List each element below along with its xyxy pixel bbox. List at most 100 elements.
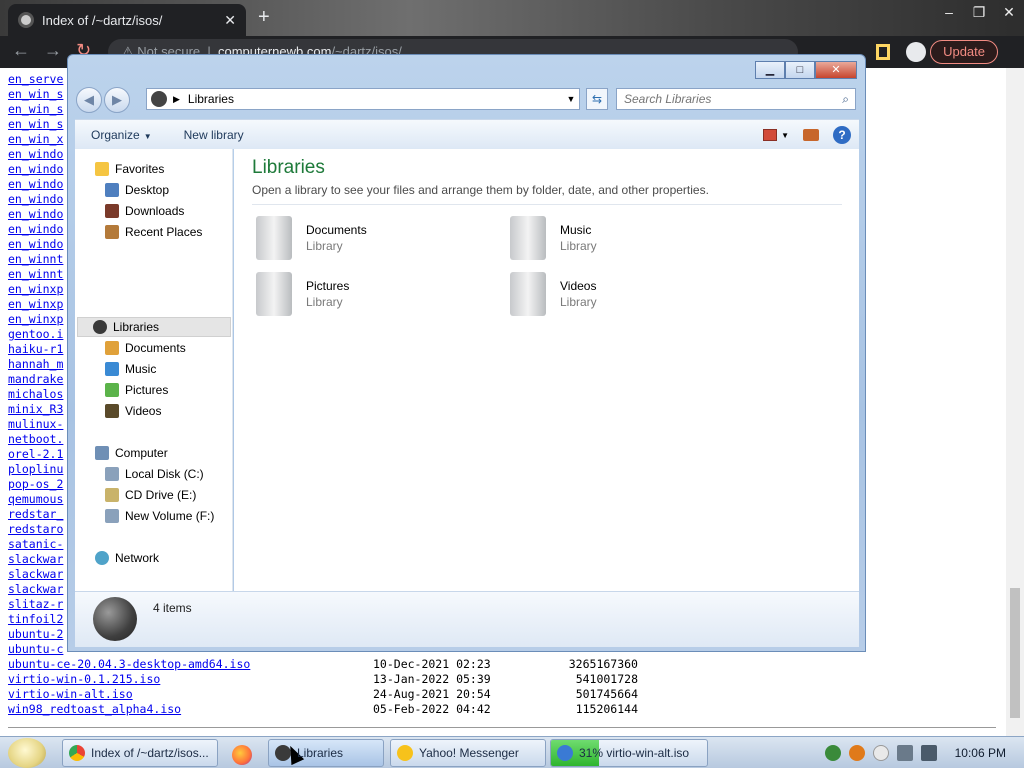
file-link[interactable]: slackwar: [8, 552, 63, 566]
explorer-forward-icon[interactable]: ▶: [104, 87, 130, 113]
file-link[interactable]: en_winxp: [8, 312, 63, 326]
change-view-icon[interactable]: [763, 129, 778, 141]
profile-avatar-icon[interactable]: [906, 42, 926, 62]
file-link[interactable]: virtio-win-0.1.215.iso: [8, 672, 160, 686]
file-link[interactable]: orel-2.1: [8, 447, 63, 461]
explorer-close-button[interactable]: ✕: [815, 61, 857, 79]
close-tab-icon[interactable]: ✕: [224, 12, 236, 29]
organize-button[interactable]: Organize ▼: [75, 128, 168, 142]
extension-icon[interactable]: [876, 44, 890, 60]
minimize-button[interactable]: –: [934, 0, 964, 24]
file-link[interactable]: en_winxp: [8, 282, 63, 296]
file-link[interactable]: en_winxp: [8, 297, 63, 311]
nav-documents[interactable]: Documents: [105, 338, 186, 358]
taskbar-libraries[interactable]: Libraries: [268, 739, 384, 767]
file-link[interactable]: pop-os_2: [8, 477, 63, 491]
display-tray-icon[interactable]: [896, 745, 913, 761]
file-link[interactable]: ubuntu-2: [8, 627, 63, 641]
scrollbar-thumb[interactable]: [1010, 588, 1020, 718]
nav-recent-places[interactable]: Recent Places: [105, 222, 202, 242]
file-link[interactable]: slackwar: [8, 582, 63, 596]
breadcrumb-chevron-icon[interactable]: ▶: [173, 94, 180, 105]
new-tab-button[interactable]: +: [258, 6, 270, 29]
back-arrow-icon[interactable]: ←: [12, 40, 30, 61]
file-link[interactable]: netboot.: [8, 432, 63, 446]
view-dropdown-icon[interactable]: ▼: [781, 131, 789, 140]
help-icon[interactable]: ?: [833, 126, 851, 144]
file-link[interactable]: en_serve: [8, 72, 63, 86]
network-tray-icon[interactable]: [824, 745, 841, 761]
file-link[interactable]: ploplinu: [8, 462, 63, 476]
messenger-tray-icon[interactable]: [872, 745, 889, 761]
volume-icon[interactable]: [920, 745, 937, 761]
library-music[interactable]: Music Library: [510, 213, 730, 263]
file-link[interactable]: slackwar: [8, 567, 63, 581]
file-link[interactable]: slitaz-r: [8, 597, 63, 611]
file-link[interactable]: en_win_s: [8, 102, 63, 116]
nav-local-disk[interactable]: Local Disk (C:): [105, 464, 204, 484]
search-icon[interactable]: ⌕: [842, 92, 849, 107]
browser-tab[interactable]: Index of /~dartz/isos/ ✕: [8, 4, 246, 36]
file-link[interactable]: en_windo: [8, 177, 63, 191]
nav-new-volume[interactable]: New Volume (F:): [105, 506, 214, 526]
file-link[interactable]: en_win_s: [8, 87, 63, 101]
file-link[interactable]: tinfoil2: [8, 612, 63, 626]
file-link[interactable]: win98_redtoast_alpha4.iso: [8, 702, 181, 716]
refresh-icon[interactable]: ⇆: [586, 88, 608, 110]
file-link[interactable]: en_win_s: [8, 117, 63, 131]
file-link[interactable]: en_windo: [8, 237, 63, 251]
file-link[interactable]: en_windo: [8, 207, 63, 221]
page-scrollbar[interactable]: [1006, 68, 1024, 736]
file-link[interactable]: mulinux-: [8, 417, 63, 431]
forward-arrow-icon[interactable]: →: [44, 40, 62, 61]
file-link[interactable]: qemumous: [8, 492, 63, 506]
nav-videos[interactable]: Videos: [105, 401, 161, 421]
file-link[interactable]: redstar_: [8, 507, 63, 521]
taskbar-chrome[interactable]: Index of /~dartz/isos...: [62, 739, 218, 767]
nav-libraries[interactable]: Libraries: [77, 317, 231, 337]
update-button[interactable]: Update: [930, 40, 998, 64]
new-library-button[interactable]: New library: [168, 128, 260, 142]
file-link[interactable]: redstaro: [8, 522, 63, 536]
nav-music[interactable]: Music: [105, 359, 156, 379]
file-link[interactable]: en_windo: [8, 192, 63, 206]
start-button[interactable]: [8, 738, 46, 768]
file-link[interactable]: hannah_m: [8, 357, 63, 371]
taskbar-yahoo-messenger[interactable]: Yahoo! Messenger: [390, 739, 546, 767]
file-link[interactable]: en_windo: [8, 222, 63, 236]
file-link[interactable]: virtio-win-alt.iso: [8, 687, 133, 701]
nav-network[interactable]: Network: [95, 548, 159, 568]
nav-favorites[interactable]: Favorites: [95, 159, 164, 179]
search-input[interactable]: [617, 89, 827, 109]
file-link[interactable]: haiku-r1: [8, 342, 63, 356]
file-link[interactable]: mandrake: [8, 372, 63, 386]
close-window-button[interactable]: ✕: [994, 0, 1024, 24]
file-link[interactable]: satanic-: [8, 537, 63, 551]
nav-computer[interactable]: Computer: [95, 443, 168, 463]
library-videos[interactable]: Videos Library: [510, 269, 730, 319]
library-pictures[interactable]: Pictures Library: [256, 269, 476, 319]
explorer-address-bar[interactable]: ▶ Libraries ▼: [146, 88, 580, 110]
restore-button[interactable]: ❐: [964, 0, 994, 24]
file-link[interactable]: gentoo.i: [8, 327, 63, 341]
file-link[interactable]: en_win_x: [8, 132, 63, 146]
file-link[interactable]: en_winnt: [8, 252, 63, 266]
firefox-icon[interactable]: [232, 745, 252, 765]
address-dropdown-icon[interactable]: ▼: [563, 94, 579, 104]
explorer-minimize-button[interactable]: ▁: [755, 61, 785, 79]
preview-pane-icon[interactable]: [803, 129, 819, 141]
clock[interactable]: 10:06 PM: [955, 746, 1006, 760]
explorer-maximize-button[interactable]: □: [785, 61, 815, 79]
file-link[interactable]: minix_R3: [8, 402, 63, 416]
search-tray-icon[interactable]: [848, 745, 865, 761]
file-link[interactable]: en_winnt: [8, 267, 63, 281]
file-link[interactable]: ubuntu-c: [8, 642, 63, 656]
explorer-back-icon[interactable]: ◀: [76, 87, 102, 113]
file-link[interactable]: michalos: [8, 387, 63, 401]
taskbar-download[interactable]: 31% virtio-win-alt.iso: [550, 739, 708, 767]
file-link[interactable]: en_windo: [8, 147, 63, 161]
nav-downloads[interactable]: Downloads: [105, 201, 184, 221]
library-documents[interactable]: Documents Library: [256, 213, 476, 263]
nav-pictures[interactable]: Pictures: [105, 380, 168, 400]
file-link[interactable]: ubuntu-ce-20.04.3-desktop-amd64.iso: [8, 657, 250, 671]
